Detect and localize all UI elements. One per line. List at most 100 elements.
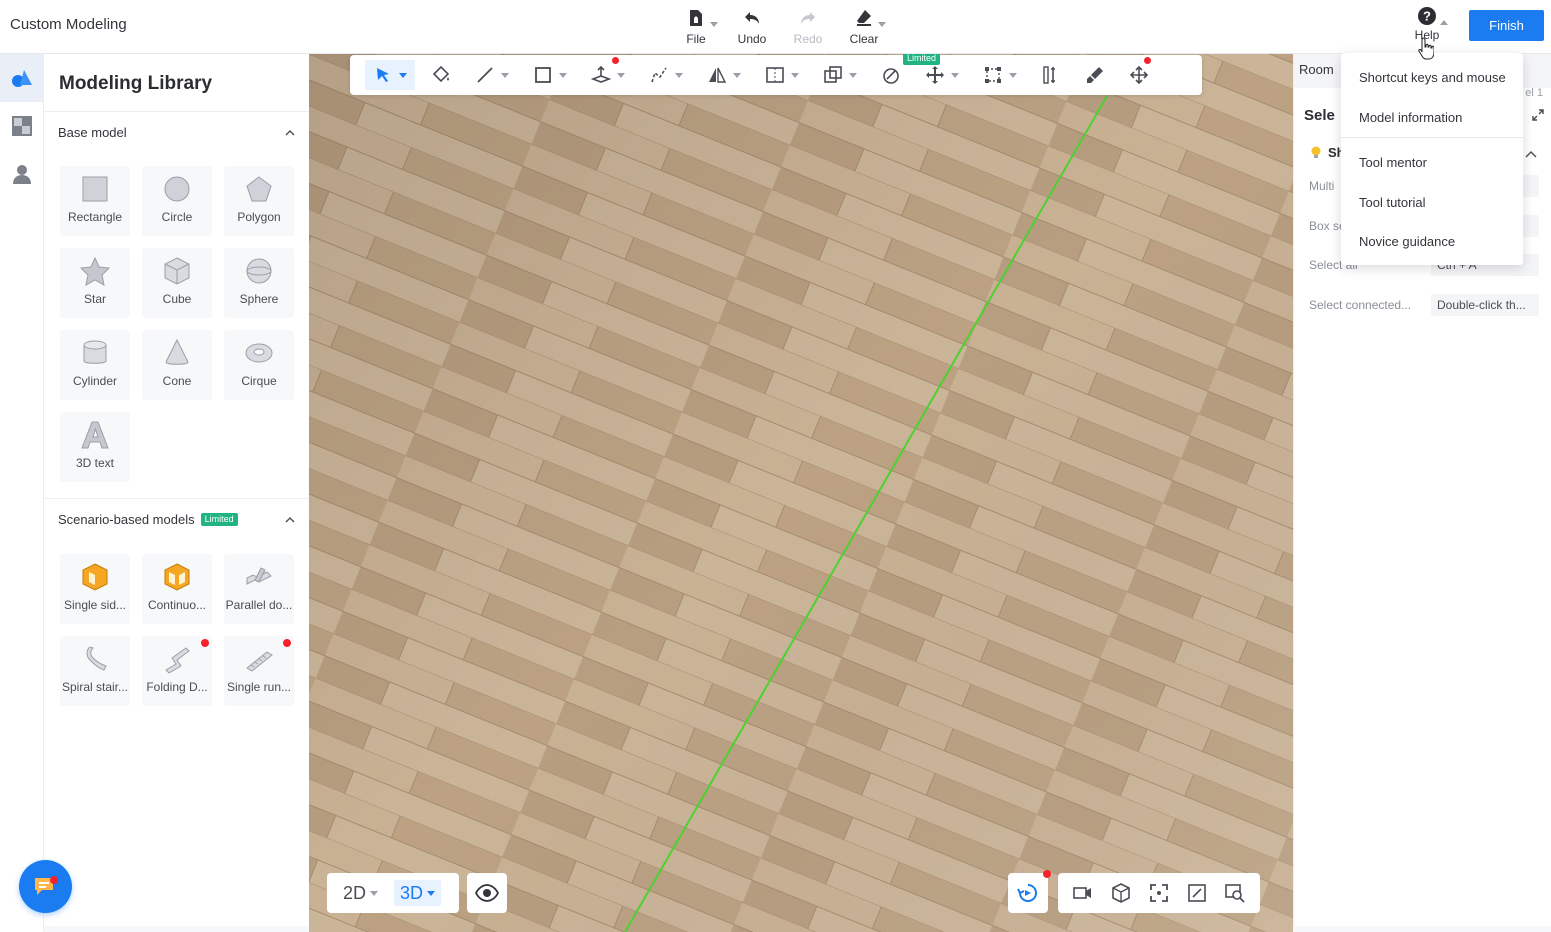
scenario-models-header[interactable]: Scenario-based models Limited xyxy=(58,512,295,527)
parallel-stair-icon xyxy=(246,567,272,585)
tile-label: Single run... xyxy=(226,680,292,694)
copy-icon xyxy=(824,66,842,83)
library-title: Modeling Library xyxy=(59,73,213,94)
shortcuts-section-header[interactable]: Sh xyxy=(1310,145,1345,160)
user-icon xyxy=(13,165,31,184)
tile-label: Spiral stair... xyxy=(61,680,129,694)
rectangle-tool[interactable] xyxy=(525,60,575,90)
tile-label: Rectangle xyxy=(67,210,123,224)
divider xyxy=(44,498,309,499)
base-model-tile-cylinder[interactable]: Cylinder xyxy=(60,330,130,400)
base-model-tile-polygon[interactable]: Polygon xyxy=(224,166,294,236)
visibility-button[interactable] xyxy=(467,873,507,913)
tile-label: Cylinder xyxy=(72,374,117,388)
transform-tool[interactable] xyxy=(1121,57,1157,90)
style-brush-tool[interactable] xyxy=(1077,60,1113,90)
paint-tool[interactable] xyxy=(423,60,459,90)
finish-button[interactable]: Finish xyxy=(1469,10,1544,41)
undo-button[interactable]: Undo xyxy=(724,6,780,46)
zoom-view-icon[interactable] xyxy=(1224,882,1246,904)
chevron-down-icon xyxy=(733,72,741,78)
tile-label: Circle xyxy=(161,210,193,224)
push-pull-tool[interactable] xyxy=(583,57,633,90)
star-icon xyxy=(80,256,110,286)
shortcut-key: Multi xyxy=(1309,179,1335,193)
chevron-down-icon xyxy=(1009,72,1017,78)
expand-icon[interactable] xyxy=(1531,108,1545,122)
cylinder-icon xyxy=(83,340,107,364)
cube-view-icon[interactable] xyxy=(1110,882,1132,904)
frame-view-icon[interactable] xyxy=(1186,882,1208,904)
chevron-down-icon xyxy=(675,72,683,78)
menu-item-shortcut-keys[interactable]: Shortcut keys and mouse xyxy=(1359,70,1506,85)
tile-label: Sphere xyxy=(239,292,279,306)
shortcut-key: Select connected... xyxy=(1309,298,1412,312)
scale-icon xyxy=(985,67,1001,83)
clear-label: Clear xyxy=(849,32,879,46)
scenario-tile-parallel[interactable]: Parallel do... xyxy=(224,554,294,624)
view-3d-button[interactable]: 3D xyxy=(394,880,442,906)
base-model-tile-3d-text[interactable]: 3D text xyxy=(60,412,130,482)
file-button[interactable]: File xyxy=(668,6,724,46)
single-side-icon xyxy=(82,563,108,591)
rotate-3d-icon xyxy=(1017,884,1037,902)
select-tool[interactable] xyxy=(365,60,415,90)
transform-icon xyxy=(1129,65,1149,85)
chevron-down-icon xyxy=(399,72,407,78)
new-badge-dot xyxy=(1144,57,1151,64)
scenario-tile-single-side[interactable]: Single sid... xyxy=(60,554,130,624)
line-tool[interactable] xyxy=(467,60,517,90)
redo-button[interactable]: Redo xyxy=(780,6,836,46)
clear-button[interactable]: Clear xyxy=(836,6,892,46)
view-2d-button[interactable]: 2D xyxy=(337,880,384,906)
fit-view-icon[interactable] xyxy=(1148,882,1170,904)
push-pull-icon xyxy=(591,65,611,83)
chat-icon xyxy=(34,875,58,895)
rail-account[interactable] xyxy=(0,150,44,198)
chevron-down-icon xyxy=(559,72,567,78)
menu-item-novice-guidance[interactable]: Novice guidance xyxy=(1359,234,1455,249)
menu-item-tool-tutorial[interactable]: Tool tutorial xyxy=(1359,195,1425,210)
rail-modeling-library[interactable] xyxy=(0,54,44,102)
tab-room[interactable]: Room xyxy=(1299,62,1334,77)
base-model-tile-star[interactable]: Star xyxy=(60,248,130,318)
menu-item-model-information[interactable]: Model information xyxy=(1359,110,1462,125)
panel-title: Sele xyxy=(1304,107,1335,124)
scenario-tile-spiral-stair[interactable]: Spiral stair... xyxy=(60,636,130,706)
tile-label: 3D text xyxy=(75,456,114,470)
base-model-tile-cube[interactable]: Cube xyxy=(142,248,212,318)
base-model-tile-cone[interactable]: Cone xyxy=(142,330,212,400)
array-tool[interactable] xyxy=(757,60,807,90)
chevron-up-icon[interactable] xyxy=(1525,149,1537,161)
limited-badge: Limited xyxy=(200,513,238,526)
camera-settings-icon[interactable] xyxy=(1072,882,1094,904)
base-model-tile-cirque[interactable]: Cirque xyxy=(224,330,294,400)
rotate-view-button[interactable] xyxy=(1008,870,1051,913)
path-tool[interactable] xyxy=(641,60,691,90)
chat-support-button[interactable] xyxy=(19,860,72,913)
base-model-tile-sphere[interactable]: Sphere xyxy=(224,248,294,318)
menu-divider xyxy=(1341,137,1523,138)
chevron-down-icon xyxy=(427,890,436,896)
scenario-models-grid: Single sid... Continuo... Parallel do...… xyxy=(60,554,294,706)
copy-tool[interactable] xyxy=(815,60,865,90)
redo-label: Redo xyxy=(793,32,823,46)
continuous-icon xyxy=(164,563,190,591)
scenario-tile-folding[interactable]: Folding D... xyxy=(142,636,212,706)
scenario-tile-continuous[interactable]: Continuo... xyxy=(142,554,212,624)
base-model-tile-rectangle[interactable]: Rectangle xyxy=(60,166,130,236)
scenario-tile-single-run[interactable]: Single run... xyxy=(224,636,294,706)
measure-tool[interactable] xyxy=(1033,60,1069,90)
rail-materials[interactable] xyxy=(0,102,44,150)
cone-icon xyxy=(165,338,189,365)
mirror-tool[interactable] xyxy=(699,60,749,90)
shortcut-row: Select connected... Double-click th... xyxy=(1309,293,1539,317)
base-model-header[interactable]: Base model xyxy=(58,125,295,140)
chevron-down-icon xyxy=(501,72,509,78)
menu-item-tool-mentor[interactable]: Tool mentor xyxy=(1359,155,1427,170)
3d-viewport[interactable]: Limited 2D 3D xyxy=(309,54,1293,932)
text-3d-icon xyxy=(81,421,109,449)
base-model-tile-circle[interactable]: Circle xyxy=(142,166,212,236)
scale-tool[interactable] xyxy=(975,60,1025,90)
wood-floor-texture xyxy=(309,54,1293,932)
